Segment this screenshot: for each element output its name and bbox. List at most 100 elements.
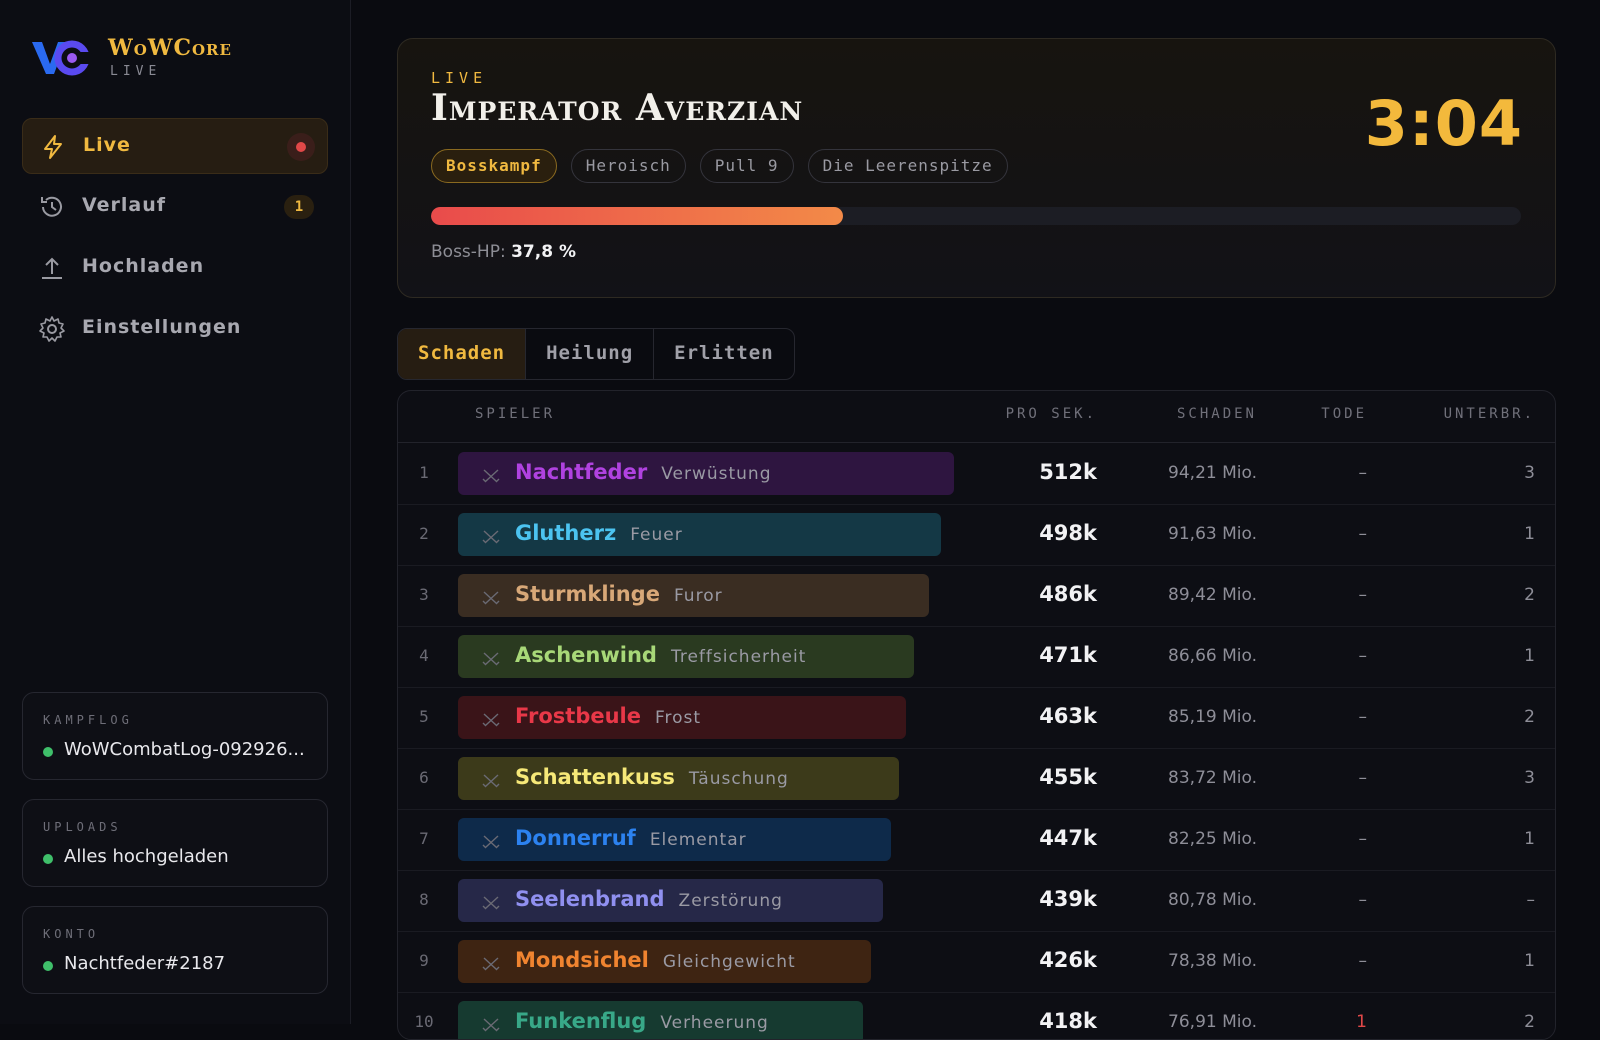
app-logo[interactable]: WoWCore LIVE [30,34,270,84]
live-indicator [287,133,315,161]
player-name: Funkenflug [515,1009,647,1033]
table-row[interactable]: 5 Frostbeule Frost 463k 85,19 Mio. – 2 [398,687,1555,749]
difficulty-pill: Heroisch [570,149,686,183]
player-name-cell: Aschenwind Treffsicherheit [515,643,806,667]
crossed-swords-icon [482,896,500,910]
player-name-cell: Seelenbrand Zerstörung [515,887,783,911]
boss-name: Imperator Averzian [431,87,804,129]
sidebar: WoWCore LIVE Live Verlauf 1 Hochladen Ei… [0,0,351,1024]
table-row[interactable]: 2 Glutherz Feuer 498k 91,63 Mio. – 1 [398,504,1555,566]
combatlog-status-card: KAMPFLOG WoWCombatLog-092926... [22,692,328,780]
player-name: Glutherz [515,521,617,545]
table-row[interactable]: 9 Mondsichel Gleichgewicht 426k 78,38 Mio. – 1 [398,931,1555,993]
app-subtitle: LIVE [110,64,162,79]
player-name: Frostbeule [515,704,641,728]
sidebar-item-verlauf[interactable]: Verlauf 1 [22,179,328,235]
column-header-player[interactable]: SPIELER [475,406,555,422]
player-spec: Furor [673,586,723,606]
player-dps: 486k [1039,582,1097,606]
sidebar-item-label: Einstellungen [82,316,242,338]
app-title: WoWCore [108,35,232,61]
player-interrupts: 3 [1524,463,1535,483]
player-damage: 83,72 Mio. [1168,768,1257,788]
damage-table: SPIELER PRO SEK. SCHADEN TODE UNTERBR. 1… [397,390,1556,1040]
column-header-damage[interactable]: SCHADEN [1177,406,1257,422]
sidebar-item-einstellungen[interactable]: Einstellungen [22,301,328,357]
encounter-type-pill: Bosskampf [431,149,557,183]
player-deaths: – [1358,585,1368,605]
encounter-pills: Bosskampf Heroisch Pull 9 Die Leerenspit… [431,149,1008,183]
player-damage: 82,25 Mio. [1168,829,1257,849]
column-header-dps[interactable]: PRO SEK. [1006,406,1097,422]
player-deaths: – [1358,951,1368,971]
player-dps: 439k [1039,887,1097,911]
player-interrupts: 2 [1524,707,1535,727]
table-row[interactable]: 1 Nachtfeder Verwüstung 512k 94,21 Mio. – 3 [398,443,1555,505]
crossed-swords-icon [482,591,500,605]
player-name: Aschenwind [515,643,657,667]
player-dps: 418k [1039,1009,1097,1033]
boss-hp-value: 37,8 % [511,242,576,262]
player-damage: 91,63 Mio. [1168,524,1257,544]
player-interrupts: 1 [1524,524,1535,544]
crossed-swords-icon [482,1018,500,1032]
crossed-swords-icon [482,774,500,788]
table-row[interactable]: 4 Aschenwind Treffsicherheit 471k 86,66 Mio.… [398,626,1555,688]
crossed-swords-icon [482,530,500,544]
player-interrupts: 1 [1524,829,1535,849]
column-header-interrupts[interactable]: UNTERBR. [1444,406,1535,422]
player-name-cell: Glutherz Feuer [515,521,683,545]
player-spec: Elementar [649,830,747,850]
player-damage: 76,91 Mio. [1168,1012,1257,1032]
player-dps: 463k [1039,704,1097,728]
status-dot [43,854,53,864]
player-interrupts: 2 [1524,585,1535,605]
table-row[interactable]: 6 Schattenkuss Täuschung 455k 83,72 Mio. – 3 [398,748,1555,810]
player-deaths: – [1358,463,1368,483]
player-spec: Frost [655,708,702,728]
player-name: Seelenbrand [515,887,665,911]
tab-schaden[interactable]: Schaden [398,329,527,379]
sidebar-item-label: Live [83,134,131,156]
player-interrupts: – [1526,890,1536,910]
account-label: KONTO [43,927,100,941]
player-name: Schattenkuss [515,765,675,789]
sidebar-item-live[interactable]: Live [22,118,328,174]
player-name: Nachtfeder [515,460,648,484]
instance-pill: Die Leerenspitze [807,149,1008,183]
history-icon [41,196,62,217]
column-header-deaths[interactable]: TODE [1321,406,1367,422]
player-dps: 512k [1039,460,1097,484]
player-name-cell: Frostbeule Frost [515,704,701,728]
player-interrupts: 1 [1524,951,1535,971]
player-rank: 10 [414,1012,434,1031]
player-name-cell: Funkenflug Verheerung [515,1009,769,1033]
player-rank: 9 [419,951,429,970]
player-spec: Gleichgewicht [662,952,796,972]
player-deaths: – [1358,707,1368,727]
tab-erlitten[interactable]: Erlitten [654,329,794,379]
player-interrupts: 1 [1524,646,1535,666]
player-damage: 78,38 Mio. [1168,951,1257,971]
player-spec: Zerstörung [678,891,783,911]
tab-heilung[interactable]: Heilung [526,329,655,379]
player-rank: 8 [419,890,429,909]
table-row[interactable]: 8 Seelenbrand Zerstörung 439k 80,78 Mio. – – [398,870,1555,932]
player-name: Mondsichel [515,948,649,972]
table-row[interactable]: 7 Donnerruf Elementar 447k 82,25 Mio. – 1 [398,809,1555,871]
table-row[interactable]: 10 Funkenflug Verheerung 418k 76,91 Mio. 1 2 [398,992,1555,1039]
uploads-status-card: UPLOADS Alles hochgeladen [22,799,328,887]
player-damage: 89,42 Mio. [1168,585,1257,605]
account-status-card: KONTO Nachtfeder#2187 [22,906,328,994]
combatlog-label: KAMPFLOG [43,713,133,727]
wowcore-logo-icon [32,40,94,76]
sidebar-item-hochladen[interactable]: Hochladen [22,240,328,296]
player-rank: 1 [419,463,429,482]
player-rank: 3 [419,585,429,604]
table-row[interactable]: 3 Sturmklinge Furor 486k 89,42 Mio. – 2 [398,565,1555,627]
pull-count-pill: Pull 9 [699,149,794,183]
player-rank: 6 [419,768,429,787]
encounter-card: LIVE Imperator Averzian Bosskampf Herois… [397,38,1556,298]
sidebar-nav: Live Verlauf 1 Hochladen Einstellungen [22,118,328,362]
crossed-swords-icon [482,835,500,849]
